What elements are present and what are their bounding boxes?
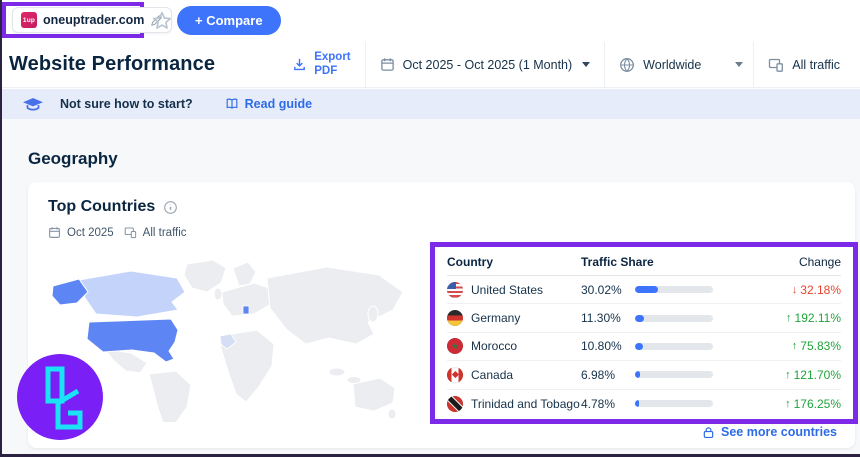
page-title: Website Performance: [9, 53, 215, 76]
calendar-icon: [48, 226, 61, 239]
see-more-label: See more countries: [721, 425, 837, 439]
chevron-down-icon: [735, 62, 743, 67]
watermark-logo: [17, 354, 103, 440]
domain-label: oneuptrader.com: [43, 13, 144, 27]
arrow-up-icon: ↑: [785, 369, 791, 381]
change-value: 121.70%: [794, 368, 841, 382]
traffic-share-value: 6.98%: [581, 368, 635, 382]
traffic-share-value: 11.30%: [581, 311, 635, 325]
calendar-icon: [380, 57, 395, 72]
arrow-up-icon: ↑: [786, 312, 792, 324]
date-range-label: Oct 2025 - Oct 2025 (1 Month): [403, 58, 573, 72]
traffic-share-bar: [635, 315, 713, 322]
header-change: Change: [749, 255, 841, 269]
download-icon: [292, 57, 307, 72]
devices-icon: [768, 57, 784, 73]
country-name: Germany: [471, 311, 520, 325]
change-value: 176.25%: [794, 397, 841, 411]
card-date-label: Oct 2025: [67, 227, 114, 239]
domain-chip[interactable]: 1up oneuptrader.com: [12, 7, 172, 33]
traffic-share-bar: [635, 343, 713, 350]
date-range-selector[interactable]: Oct 2025 - Oct 2025 (1 Month): [365, 42, 606, 87]
card-title: Top Countries: [48, 198, 155, 216]
banner-text: Not sure how to start?: [60, 97, 193, 111]
table-row[interactable]: Trinidad and Tobago4.78% ↑176.25%: [447, 390, 841, 418]
flag-tt-icon: [447, 396, 463, 412]
arrow-down-icon: ↓: [792, 284, 798, 296]
site-favicon: 1up: [21, 12, 37, 28]
card-traffic-label: All traffic: [143, 227, 187, 239]
table-row[interactable]: Germany 11.30% ↑192.11%: [447, 304, 841, 332]
change-value: 32.18%: [800, 283, 841, 297]
toolbar: Website Performance Export PDF Oct 2025 …: [0, 42, 860, 88]
export-pdf-button[interactable]: Export PDF: [278, 42, 364, 87]
country-rows: United States 30.02% ↓32.18% Germany 11.30% ↑…: [447, 276, 841, 419]
read-guide-label: Read guide: [245, 97, 312, 111]
table-row[interactable]: Morocco 10.80% ↑75.83%: [447, 333, 841, 361]
favorite-star-icon[interactable]: [151, 10, 173, 32]
section-title-geography: Geography: [28, 149, 118, 169]
flag-ca-icon: [447, 367, 463, 383]
compare-button[interactable]: + Compare: [177, 6, 281, 35]
main-content: Geography Top Countries Oct 2025 All tra…: [0, 119, 860, 457]
traffic-filter-selector[interactable]: All traffic: [754, 42, 860, 87]
flag-ma-icon: [447, 338, 463, 354]
header-traffic-share: Traffic Share: [581, 255, 749, 269]
traffic-share-bar: [635, 400, 713, 407]
countries-table: Country Traffic Share Change United Stat…: [435, 247, 853, 419]
annotation-highlight-table: Country Traffic Share Change United Stat…: [430, 242, 858, 424]
globe-icon: [619, 57, 635, 73]
table-header-row: Country Traffic Share Change: [447, 249, 841, 276]
arrow-up-icon: ↑: [785, 398, 791, 410]
traffic-share-value: 10.80%: [581, 339, 635, 353]
table-row[interactable]: United States 30.02% ↓32.18%: [447, 276, 841, 304]
arrow-up-icon: ↑: [792, 340, 798, 352]
chevron-down-icon: [582, 62, 590, 67]
export-pdf-label: Export PDF: [314, 51, 350, 77]
book-icon: [225, 97, 239, 111]
top-bar: 1up oneuptrader.com + Compare: [0, 0, 860, 42]
graduation-cap-icon: [22, 97, 44, 112]
top-countries-card: Top Countries Oct 2025 All traffic: [28, 182, 855, 448]
traffic-share-value: 30.02%: [581, 283, 635, 297]
table-row[interactable]: Canada 6.98% ↑121.70%: [447, 361, 841, 389]
flag-us-icon: [447, 282, 463, 298]
read-guide-link[interactable]: Read guide: [225, 97, 312, 111]
lock-icon: [702, 426, 715, 439]
change-value: 75.83%: [800, 339, 841, 353]
country-name: Trinidad and Tobago: [471, 397, 580, 411]
traffic-share-bar: [635, 286, 713, 293]
traffic-filter-label: All traffic: [792, 58, 840, 72]
header-country: Country: [447, 255, 581, 269]
see-more-countries-link[interactable]: See more countries: [702, 425, 837, 439]
region-selector[interactable]: Worldwide: [605, 42, 754, 87]
traffic-share-value: 4.78%: [581, 397, 635, 411]
devices-icon: [124, 226, 137, 239]
country-name: United States: [471, 283, 543, 297]
flag-de-icon: [447, 310, 463, 326]
region-label: Worldwide: [643, 58, 701, 72]
change-value: 192.11%: [795, 311, 841, 325]
info-icon[interactable]: [163, 200, 178, 215]
country-name: Canada: [471, 368, 513, 382]
country-name: Morocco: [471, 339, 517, 353]
traffic-share-bar: [635, 371, 713, 378]
help-banner: Not sure how to start? Read guide: [0, 89, 860, 119]
